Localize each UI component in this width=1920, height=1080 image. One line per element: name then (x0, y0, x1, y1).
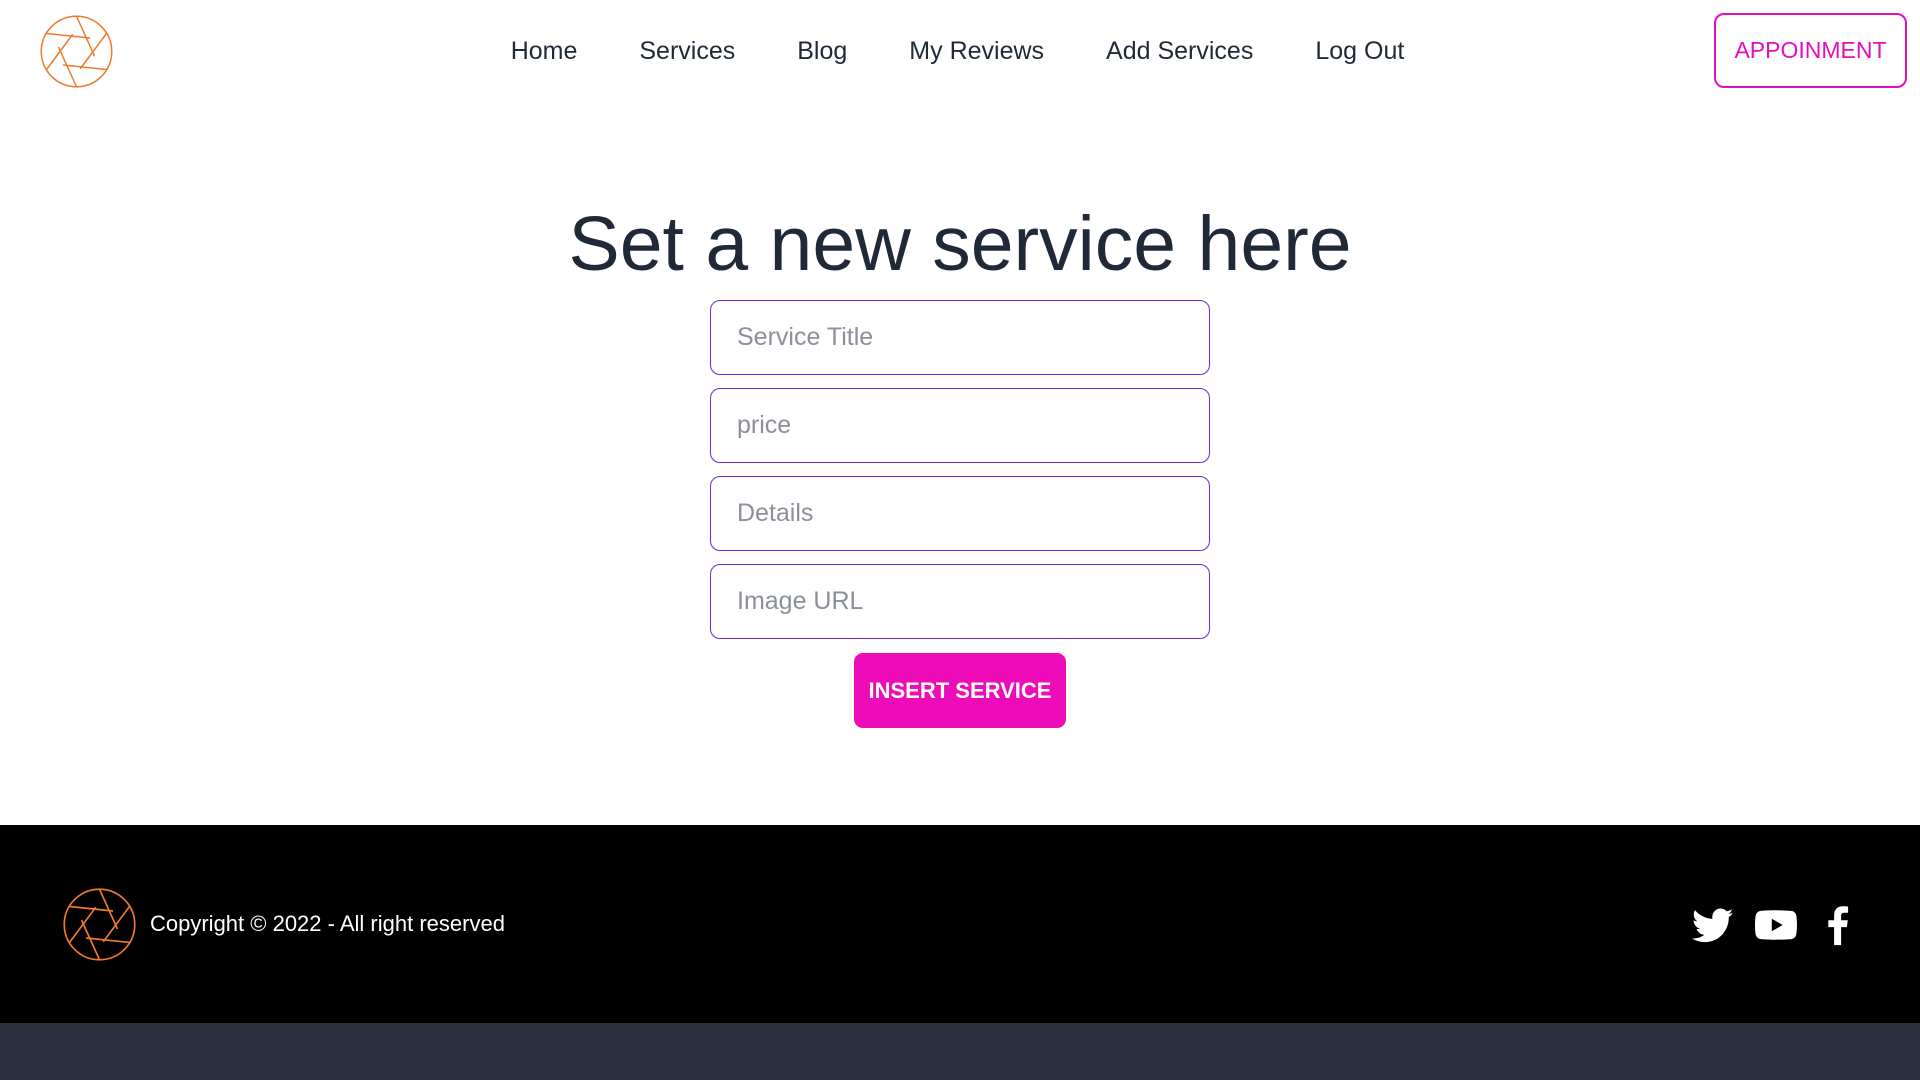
page-title: Set a new service here (568, 201, 1352, 287)
main-nav: Home Services Blog My Reviews Add Servic… (0, 0, 1920, 102)
navbar: Home Services Blog My Reviews Add Servic… (0, 0, 1920, 102)
main-content: Set a new service here INSERT SERVICE (0, 102, 1920, 825)
footer: Copyright © 2022 - All right reserved (0, 825, 1920, 1023)
aperture-icon (63, 888, 136, 961)
insert-service-button[interactable]: INSERT SERVICE (854, 653, 1066, 728)
nav-home[interactable]: Home (480, 25, 609, 78)
copyright-text: Copyright © 2022 - All right reserved (150, 911, 505, 936)
nav-links: Home Services Blog My Reviews Add Servic… (480, 25, 1436, 78)
twitter-icon[interactable] (1692, 904, 1734, 946)
nav-add-services[interactable]: Add Services (1075, 25, 1284, 78)
nav-blog[interactable]: Blog (766, 25, 878, 78)
youtube-icon[interactable] (1755, 904, 1797, 946)
price-input[interactable] (710, 388, 1210, 463)
facebook-icon[interactable] (1818, 904, 1860, 946)
nav-services[interactable]: Services (608, 25, 766, 78)
nav-my-reviews[interactable]: My Reviews (878, 25, 1075, 78)
nav-log-out[interactable]: Log Out (1284, 25, 1435, 78)
page: Home Services Blog My Reviews Add Servic… (0, 0, 1920, 1080)
details-input[interactable] (710, 476, 1210, 551)
add-service-form: INSERT SERVICE (710, 300, 1210, 728)
appointment-button[interactable]: APPOINMENT (1714, 13, 1907, 88)
bottom-bar (0, 1023, 1920, 1080)
image-url-input[interactable] (710, 564, 1210, 639)
service-title-input[interactable] (710, 300, 1210, 375)
